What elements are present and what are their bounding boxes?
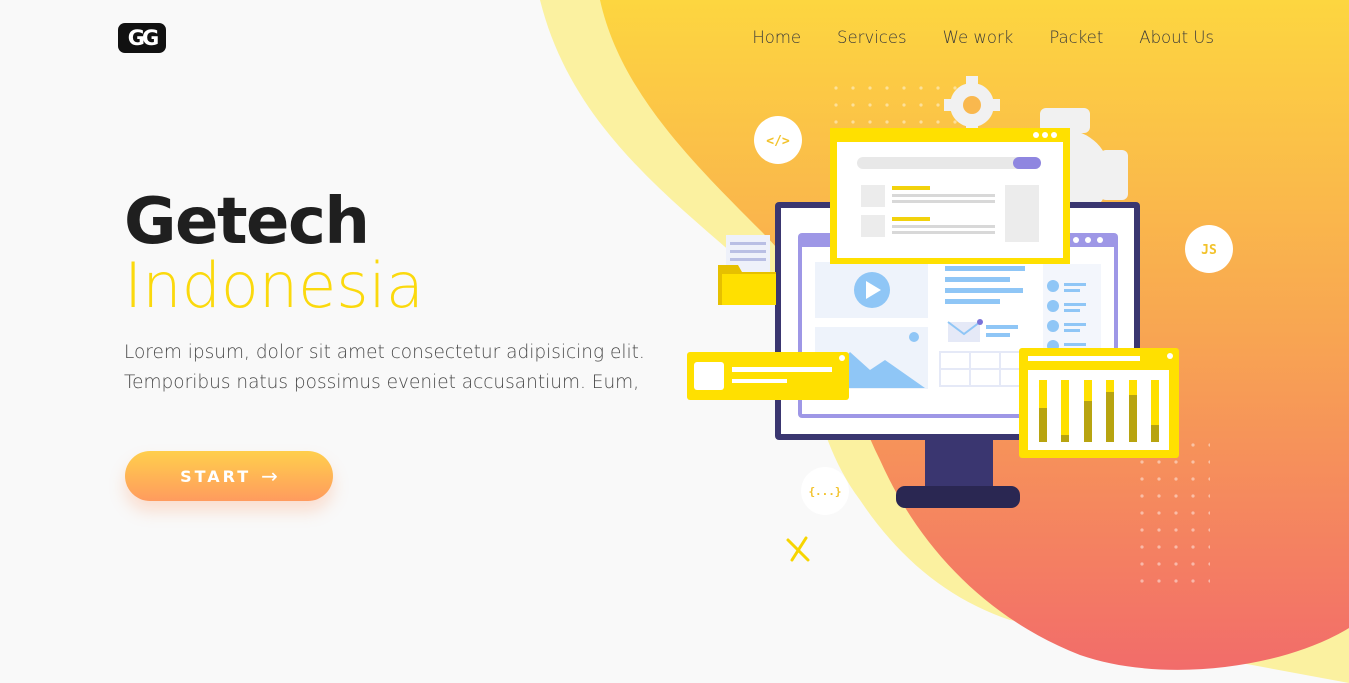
play-icon xyxy=(854,272,890,308)
nav-item-packet[interactable]: Packet xyxy=(1049,28,1103,47)
js-badge: JS xyxy=(1185,225,1233,273)
folder-icon xyxy=(718,235,776,305)
top-nav: Home Services We work Packet About Us xyxy=(752,28,1214,47)
bar-chart-icon xyxy=(1019,348,1179,458)
brand-logo[interactable]: GG xyxy=(118,23,166,53)
js-badge-text: JS xyxy=(1201,243,1217,258)
code-badge: </> xyxy=(754,116,802,164)
floating-card xyxy=(687,352,849,400)
code-badge-text: </> xyxy=(766,134,790,149)
monitor-stand xyxy=(925,438,993,488)
braces-badge-text: {...} xyxy=(808,485,841,498)
nav-item-services[interactable]: Services xyxy=(837,28,907,47)
hero-title: Getech Indonesia xyxy=(124,185,424,322)
gear-icon xyxy=(944,76,1000,134)
hero-title-line2: Indonesia xyxy=(124,249,424,322)
hero-title-line1: Getech xyxy=(124,185,370,259)
braces-badge: {...} xyxy=(801,467,849,515)
mail-icon xyxy=(947,319,983,342)
arrow-right-icon: → xyxy=(261,464,278,488)
floating-browser-window xyxy=(830,128,1070,264)
nav-item-home[interactable]: Home xyxy=(752,28,801,47)
brand-logo-text: GG xyxy=(127,26,160,50)
start-button[interactable]: START → xyxy=(125,451,333,501)
monitor-base xyxy=(896,486,1020,508)
close-icon xyxy=(786,536,810,562)
nav-item-about-us[interactable]: About Us xyxy=(1139,28,1214,47)
start-button-label: START xyxy=(180,466,252,486)
hero-illustration: </> JS {...} xyxy=(687,76,1233,562)
hero-description: Lorem ipsum, dolor sit amet consectetur … xyxy=(124,342,645,393)
nav-item-we-work[interactable]: We work xyxy=(943,28,1014,47)
